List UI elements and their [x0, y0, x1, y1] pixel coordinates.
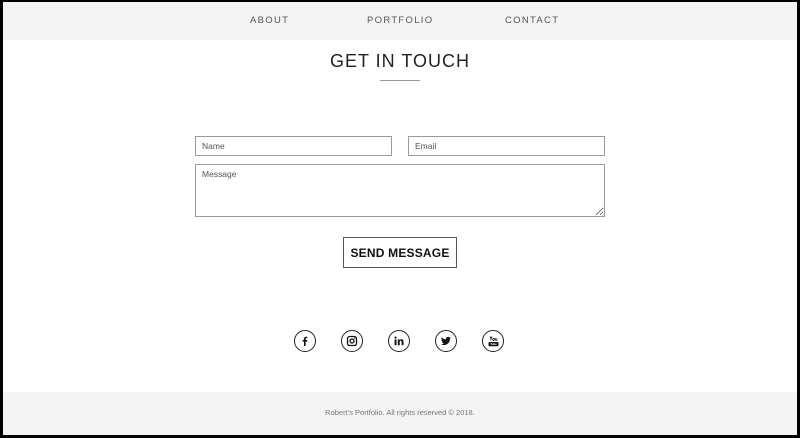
instagram-icon[interactable] [341, 330, 363, 352]
nav-link-about[interactable]: ABOUT [250, 15, 289, 26]
footer: Robert’s Portfolio. All rights reserved … [3, 392, 797, 435]
page: ABOUT PORTFOLIO CONTACT GET IN TOUCH SEN… [3, 2, 797, 435]
twitter-icon[interactable] [435, 330, 457, 352]
page-title: GET IN TOUCH [329, 51, 471, 71]
name-input[interactable] [195, 136, 392, 156]
nav-link-contact[interactable]: CONTACT [505, 15, 559, 26]
linkedin-icon[interactable] [388, 330, 410, 352]
message-textarea[interactable] [195, 164, 605, 217]
send-message-button[interactable]: SEND MESSAGE [343, 237, 457, 268]
svg-text:Tube: Tube [490, 342, 497, 346]
email-input[interactable] [408, 136, 605, 156]
top-nav: ABOUT PORTFOLIO CONTACT [3, 2, 797, 40]
footer-copyright: Robert’s Portfolio. All rights reserved … [325, 408, 475, 417]
youtube-icon[interactable]: Tube [482, 330, 504, 352]
title-divider [380, 80, 420, 81]
nav-link-portfolio[interactable]: PORTFOLIO [367, 15, 433, 26]
facebook-icon[interactable] [294, 330, 316, 352]
